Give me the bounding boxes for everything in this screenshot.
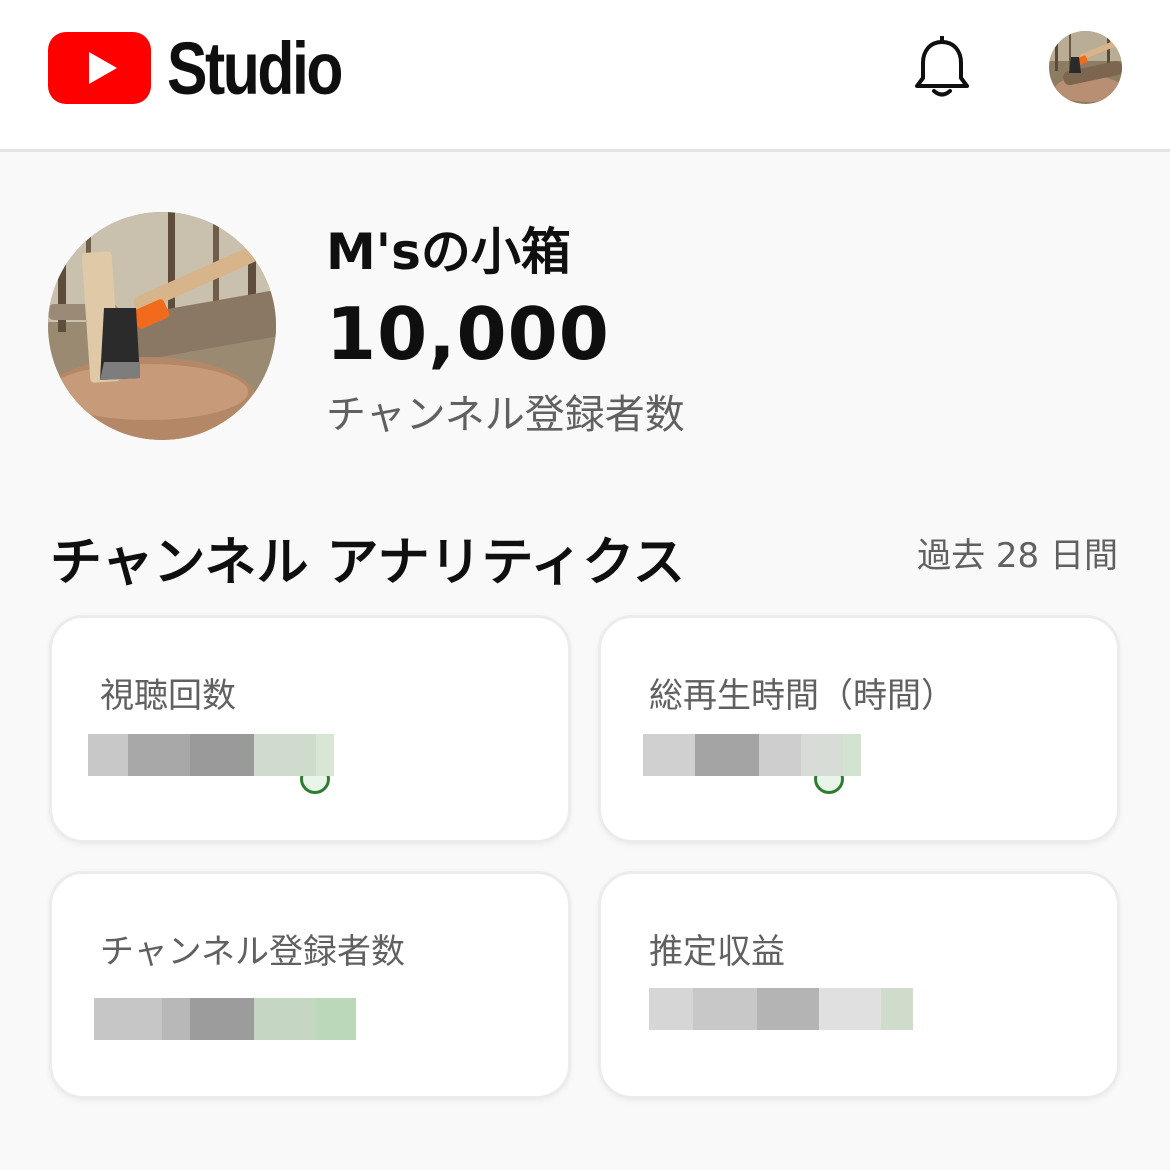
views-value-redacted (88, 734, 334, 776)
studio-logo[interactable]: Studio (48, 27, 379, 110)
bell-icon[interactable] (912, 36, 972, 100)
subscribers-value-redacted (94, 998, 356, 1040)
views-card-title: 視聴回数 (100, 676, 236, 716)
revenue-card-title: 推定収益 (649, 932, 785, 972)
analytics-period[interactable]: 過去 28 日間 (917, 528, 1118, 577)
watch-time-value-redacted (643, 734, 861, 776)
top-bar: Studio (0, 0, 1170, 152)
subscribers-card-title: チャンネル登録者数 (100, 932, 405, 972)
avatar-image-icon (1049, 31, 1122, 104)
subscriber-count: 10,000 (326, 292, 610, 376)
views-card[interactable]: 視聴回数 (49, 615, 571, 843)
analytics-title: チャンネル アナリティクス (50, 533, 685, 593)
channel-avatar[interactable] (48, 212, 276, 440)
channel-avatar-image-icon (48, 212, 276, 440)
subscribers-card[interactable]: チャンネル登録者数 (49, 871, 571, 1099)
account-avatar[interactable] (1049, 31, 1122, 104)
watch-time-card[interactable]: 総再生時間（時間） (598, 615, 1120, 843)
revenue-value-redacted (649, 988, 913, 1030)
subscriber-label: チャンネル登録者数 (326, 392, 685, 438)
channel-name: M'sの小箱 (326, 223, 571, 281)
youtube-logo-icon (48, 32, 151, 104)
watch-time-card-title: 総再生時間（時間） (649, 676, 955, 716)
revenue-card[interactable]: 推定収益 (598, 871, 1120, 1099)
app-name: Studio (167, 26, 343, 110)
